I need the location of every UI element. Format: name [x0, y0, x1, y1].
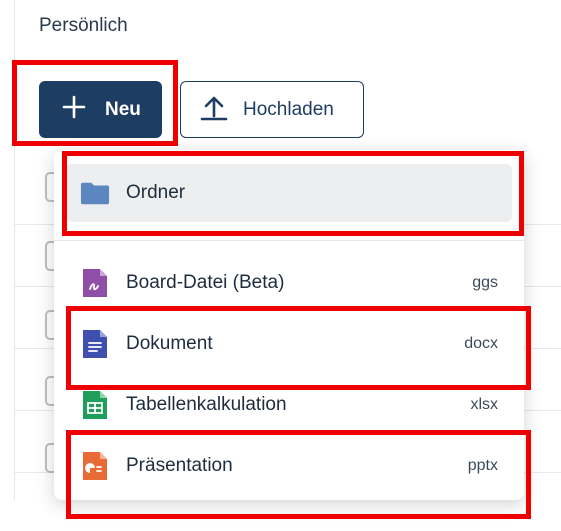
new-menu-dropdown: Ordner Board-Datei (Beta) ggs Dokument d… [54, 150, 524, 500]
new-button[interactable]: Neu [39, 81, 162, 138]
menu-item-ext: pptx [467, 457, 498, 474]
menu-item-spreadsheet[interactable]: Tabellenkalkulation xlsx [66, 376, 512, 434]
upload-icon [198, 91, 230, 128]
breadcrumb[interactable]: Persönlich [39, 15, 128, 37]
menu-item-ext: docx [464, 335, 498, 352]
spreadsheet-icon [80, 389, 110, 421]
presentation-icon [80, 450, 110, 482]
menu-item-label: Präsentation [126, 455, 233, 476]
menu-item-ext: ggs [472, 274, 498, 291]
upload-button-label: Hochladen [243, 98, 334, 120]
menu-item-label: Board-Datei (Beta) [126, 272, 285, 293]
page: Persönlich Neu Hochladen Ordner Board-Da… [0, 0, 561, 531]
new-button-label: Neu [105, 98, 141, 120]
plus-icon [61, 94, 87, 125]
menu-item-label: Dokument [126, 333, 213, 354]
menu-item-folder[interactable]: Ordner [66, 164, 512, 222]
upload-button[interactable]: Hochladen [180, 81, 364, 138]
menu-item-document[interactable]: Dokument docx [66, 315, 512, 373]
document-icon [80, 328, 110, 360]
menu-item-board-file[interactable]: Board-Datei (Beta) ggs [66, 254, 512, 312]
sidebar-divider [14, 0, 15, 500]
menu-item-label: Tabellenkalkulation [126, 394, 287, 415]
menu-item-label: Ordner [126, 182, 186, 203]
menu-item-ext: xlsx [470, 396, 498, 413]
menu-divider [54, 240, 524, 241]
folder-icon [80, 177, 110, 209]
menu-item-presentation[interactable]: Präsentation pptx [66, 437, 512, 495]
board-file-icon [80, 267, 110, 299]
